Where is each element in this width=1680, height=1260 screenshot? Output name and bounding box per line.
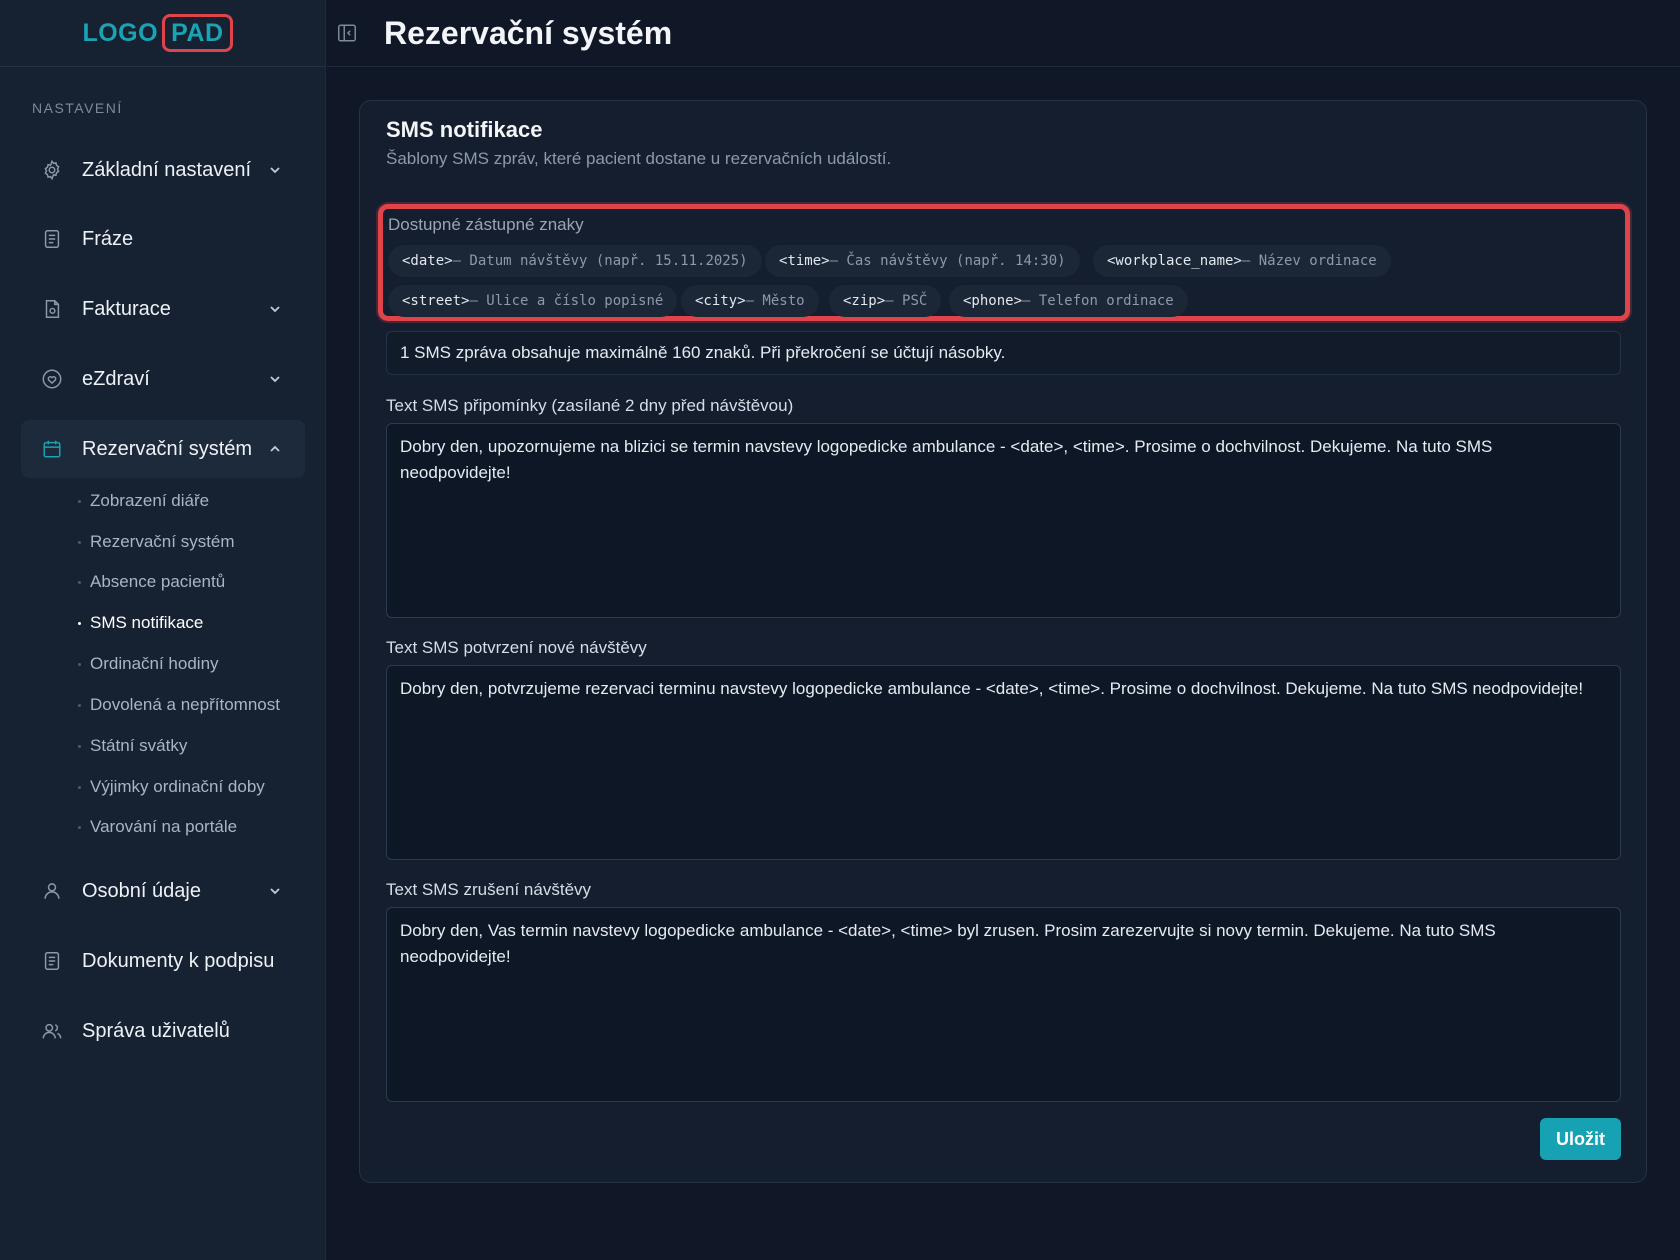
placeholder-desc: – Město [745, 293, 805, 309]
placeholder-desc: – Datum návštěvy (např. 15.11.2025) [452, 253, 748, 269]
confirmation-sms-textarea[interactable]: Dobry den, potvrzujeme rezervaci terminu… [386, 665, 1621, 860]
users-icon [42, 1023, 62, 1039]
sidebar-toggle-icon[interactable] [336, 22, 358, 44]
sidebar-item-label: Fakturace [82, 298, 171, 320]
sidebar-subitem-label: Zobrazení diáře [90, 491, 210, 510]
placeholder-code: <street> [402, 293, 470, 309]
sidebar-item-personal-data[interactable]: Osobní údaje [21, 862, 305, 920]
sidebar-section-label: NASTAVENÍ [32, 100, 123, 116]
placeholder-code: <time> [779, 253, 830, 269]
save-button[interactable]: Uložit [1540, 1118, 1621, 1160]
bullet-dot [78, 785, 81, 789]
page-title: Rezervační systém [384, 15, 673, 51]
user-icon [44, 883, 60, 899]
placeholder-chip-phone: <phone> – Telefon ordinace [949, 285, 1188, 317]
placeholder-chip-city: <city> – Město [681, 285, 819, 317]
reminder-sms-label: Text SMS připomínky (zasílané 2 dny před… [386, 396, 794, 415]
sidebar-subitem-label: Rezervační systém [90, 532, 235, 551]
sidebar-item-booking-system[interactable]: Rezervační systém [21, 420, 305, 478]
placeholder-desc: – PSČ [885, 293, 928, 309]
placeholder-desc: – Název ordinace [1241, 253, 1377, 269]
placeholders-title: Dostupné zástupné znaky [388, 215, 584, 234]
placeholder-chip-zip: <zip> – PSČ [829, 285, 942, 317]
sidebar-subitem-label: Absence pacientů [90, 572, 226, 591]
card-title: SMS notifikace [386, 117, 543, 142]
bullet-dot [78, 621, 81, 625]
bullet-dot [78, 703, 81, 707]
document-icon [44, 230, 60, 248]
sidebar-subitem-label: Výjimky ordinační doby [90, 777, 265, 796]
bullet-dot [78, 662, 81, 666]
bullet-dot [78, 744, 81, 748]
sidebar-subitem-office-hours[interactable]: Ordinační hodiny [78, 654, 219, 674]
document-icon [44, 952, 60, 970]
sidebar-item-label: Osobní údaje [82, 880, 201, 902]
calendar-icon [43, 440, 61, 458]
sidebar-subitem-public-holidays[interactable]: Státní svátky [78, 736, 187, 756]
reminder-sms-textarea[interactable]: Dobry den, upozornujeme na blizici se te… [386, 423, 1621, 618]
chevron-up-icon [270, 445, 280, 452]
chevron-down-icon [270, 306, 280, 313]
placeholder-chip-street: <street> – Ulice a číslo popisné [388, 285, 678, 317]
sms-length-info: 1 SMS zpráva obsahuje maximálně 160 znak… [386, 331, 1621, 375]
bullet-dot [78, 825, 81, 829]
sidebar-subitem-label: Dovolená a nepřítomnost [90, 695, 280, 714]
sidebar-subitem-diary-view[interactable]: Zobrazení diáře [78, 491, 209, 511]
bullet-dot [78, 540, 81, 544]
sidebar-subitem-sms-notifications[interactable]: SMS notifikace [78, 613, 203, 633]
sidebar-subitem-portal-warnings[interactable]: Varování na portále [78, 817, 237, 837]
gear-icon [44, 159, 60, 181]
heart-icon [42, 369, 62, 389]
sidebar-subitem-vacation[interactable]: Dovolená a nepřítomnost [78, 695, 280, 715]
placeholder-code: <zip> [843, 293, 886, 309]
sidebar-subitem-label: Varování na portále [90, 817, 238, 836]
sidebar-item-phrases[interactable]: Fráze [21, 210, 305, 268]
invoice-icon [45, 300, 60, 318]
sidebar-subitem-label: Ordinační hodiny [90, 654, 219, 673]
confirmation-sms-label: Text SMS potvrzení nové návštěvy [386, 638, 647, 657]
logo-pad: PAD [162, 14, 233, 52]
chevron-down-icon [270, 376, 280, 383]
sidebar-subitem-booking-system[interactable]: Rezervační systém [78, 532, 235, 552]
logo[interactable]: LOGO PAD [82, 14, 233, 52]
sidebar-item-label: Základní nastavení [82, 159, 251, 181]
placeholder-code: <workplace_name> [1107, 253, 1242, 269]
sidebar-item-label: Správa uživatelů [82, 1020, 230, 1042]
cancellation-sms-textarea[interactable]: Dobry den, Vas termin navstevy logopedic… [386, 907, 1621, 1102]
sidebar-item-label: Fráze [82, 228, 134, 250]
sidebar-item-invoicing[interactable]: Fakturace [21, 280, 305, 338]
bullet-dot [78, 499, 81, 503]
chevron-down-icon [270, 167, 280, 174]
placeholder-desc: – Ulice a číslo popisné [469, 293, 664, 309]
placeholder-code: <city> [695, 293, 746, 309]
sidebar-subitem-patient-absence[interactable]: Absence pacientů [78, 572, 225, 592]
logo-bar: LOGO PAD [0, 0, 325, 67]
bullet-dot [78, 580, 81, 584]
sidebar-item-user-management[interactable]: Správa uživatelů [21, 1002, 305, 1060]
sidebar-item-documents-to-sign[interactable]: Dokumenty k podpisu [21, 932, 305, 990]
chevron-down-icon [270, 888, 280, 895]
sidebar-item-label: Rezervační systém [82, 438, 253, 460]
placeholder-code: <date> [402, 253, 453, 269]
placeholder-code: <phone> [963, 293, 1023, 309]
cancellation-sms-label: Text SMS zrušení návštěvy [386, 880, 592, 899]
sidebar-subitem-hours-exceptions[interactable]: Výjimky ordinační doby [78, 777, 265, 797]
sidebar-item-label: eZdraví [82, 368, 150, 390]
sidebar-subitem-label: SMS notifikace [90, 613, 204, 632]
card-subtitle: Šablony SMS zpráv, které pacient dostane… [386, 149, 892, 168]
sidebar-item-basic-settings[interactable]: Základní nastavení [21, 141, 305, 199]
sidebar-subitem-label: Státní svátky [90, 736, 188, 755]
logo-text: LOGO [82, 18, 159, 47]
placeholders-panel: Dostupné zástupné znaky <date> – Datum n… [378, 204, 1630, 321]
placeholder-desc: – Telefon ordinace [1022, 293, 1174, 309]
placeholder-chip-workplace-name: <workplace_name> – Název ordinace [1093, 245, 1391, 277]
sidebar-item-label: Dokumenty k podpisu [82, 950, 275, 972]
sms-notifications-card: SMS notifikace Šablony SMS zpráv, které … [359, 100, 1647, 1183]
placeholder-chip-date: <date> – Datum návštěvy (např. 15.11.202… [388, 245, 762, 277]
sidebar: LOGO PAD NASTAVENÍ Základní nastavení Fr… [0, 0, 326, 1260]
placeholder-desc: – Čas návštěvy (např. 14:30) [829, 253, 1066, 269]
top-bar: Rezervační systém [327, 0, 1680, 67]
sidebar-item-ezdravi[interactable]: eZdraví [21, 350, 305, 408]
placeholder-chip-time: <time> – Čas návštěvy (např. 14:30) [765, 245, 1080, 277]
